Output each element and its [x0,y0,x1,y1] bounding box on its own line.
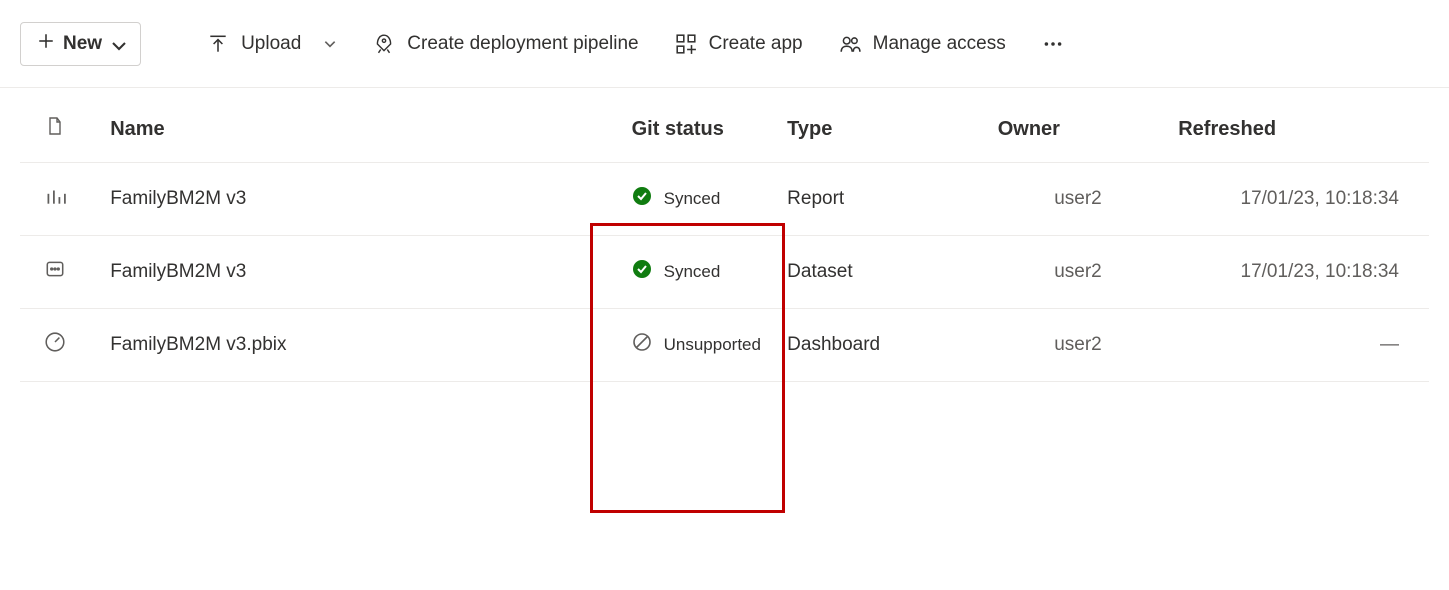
check-circle-icon [632,259,652,285]
item-owner: user2 [988,163,1169,236]
new-button[interactable]: New [20,22,141,66]
chevron-down-icon [323,37,337,51]
column-header-icon[interactable] [20,88,90,163]
more-button[interactable] [1042,33,1064,55]
item-owner: user2 [988,309,1169,382]
people-icon [839,33,861,55]
git-status-cell: Synced [597,236,788,309]
create-app-button[interactable]: Create app [675,33,803,55]
table-row[interactable]: FamilyBM2M v3 Synced Reportuser217/01/23, … [20,163,1429,236]
create-pipeline-button[interactable]: Create deployment pipeline [373,33,638,55]
table-row[interactable]: FamilyBM2M v3.pbix Unsupported Dashboardus… [20,309,1429,382]
blocked-icon [632,332,652,358]
item-name[interactable]: FamilyBM2M v3.pbix [90,309,596,382]
manage-access-button[interactable]: Manage access [839,33,1006,55]
table-header-row: Name Git status Type Owner Refreshed [20,88,1429,163]
plus-icon [37,32,55,56]
dashboard-type-icon [20,309,90,382]
check-circle-icon [632,186,652,212]
item-refreshed: — [1168,309,1429,382]
item-type: Dataset [787,236,988,309]
item-name[interactable]: FamilyBM2M v3 [90,163,596,236]
column-header-name[interactable]: Name [90,88,596,163]
git-status-text: Unsupported [664,335,761,355]
git-status-cell: Unsupported [597,309,788,382]
git-status-text: Synced [664,262,721,282]
items-table: Name Git status Type Owner Refreshed Fam… [20,88,1429,382]
dataset-type-icon [20,236,90,309]
item-type: Report [787,163,988,236]
upload-icon [207,33,229,55]
column-header-type[interactable]: Type [787,88,988,163]
table-row[interactable]: FamilyBM2M v3 Synced Datasetuser217/01/23,… [20,236,1429,309]
column-header-refreshed[interactable]: Refreshed [1168,88,1429,163]
toolbar: New Upload Create deployment pipeline Cr… [0,0,1449,88]
column-header-git-status[interactable]: Git status [597,88,788,163]
create-app-label: Create app [709,33,803,55]
new-button-label: New [63,33,102,55]
item-name[interactable]: FamilyBM2M v3 [90,236,596,309]
content-area: Name Git status Type Owner Refreshed Fam… [0,88,1449,382]
item-refreshed: 17/01/23, 10:18:34 [1168,236,1429,309]
upload-label: Upload [241,33,301,55]
git-status-text: Synced [664,189,721,209]
report-type-icon [20,163,90,236]
upload-button[interactable]: Upload [207,33,337,55]
manage-access-label: Manage access [873,33,1006,55]
rocket-icon [373,33,395,55]
column-header-owner[interactable]: Owner [988,88,1169,163]
item-type: Dashboard [787,309,988,382]
app-icon [675,33,697,55]
item-refreshed: 17/01/23, 10:18:34 [1168,163,1429,236]
item-owner: user2 [988,236,1169,309]
create-pipeline-label: Create deployment pipeline [407,33,638,55]
chevron-down-icon [110,37,124,51]
git-status-cell: Synced [597,163,788,236]
